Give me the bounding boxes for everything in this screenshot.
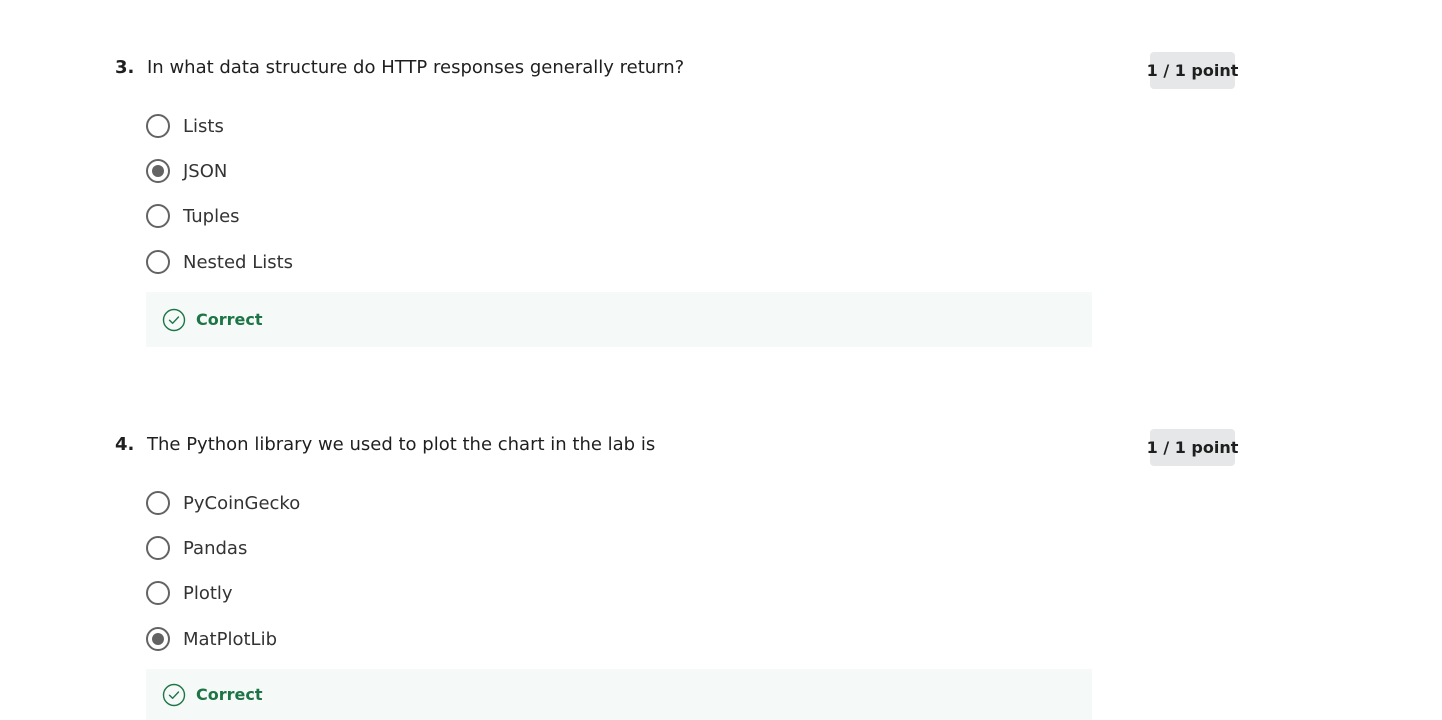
feedback-label: Correct [196, 310, 263, 329]
feedback-correct: Correct [146, 669, 1092, 720]
option-label: Plotly [183, 582, 233, 604]
option-tuples[interactable]: Tuples [146, 203, 240, 229]
radio-button-selected[interactable] [146, 159, 170, 183]
option-matplotlib[interactable]: MatPlotLib [146, 626, 277, 652]
option-label: Lists [183, 115, 224, 137]
question-number: 4. [115, 434, 135, 455]
option-nested-lists[interactable]: Nested Lists [146, 249, 293, 275]
option-label: PyCoinGecko [183, 492, 301, 514]
radio-button[interactable] [146, 536, 170, 560]
option-pycoingecko[interactable]: PyCoinGecko [146, 490, 300, 516]
option-label: Nested Lists [183, 251, 294, 273]
option-label: Pandas [183, 537, 248, 559]
radio-button[interactable] [146, 250, 170, 274]
radio-button[interactable] [146, 491, 170, 515]
question-number: 3. [115, 57, 135, 78]
points-badge: 1 / 1 point [1147, 429, 1238, 466]
points-badge: 1 / 1 point [1147, 52, 1238, 89]
question-text: The Python library we used to plot the c… [147, 434, 656, 455]
radio-button[interactable] [146, 114, 170, 138]
option-plotly[interactable]: Plotly [146, 580, 233, 606]
option-label: Tuples [183, 205, 240, 227]
option-label: JSON [183, 160, 228, 182]
quiz-page: 3. In what data structure do HTTP respon… [0, 0, 1442, 720]
check-circle-icon [162, 308, 186, 331]
feedback-label: Correct [196, 685, 263, 704]
question-text: In what data structure do HTTP responses… [147, 57, 685, 78]
option-lists[interactable]: Lists [146, 113, 224, 139]
feedback-correct: Correct [146, 292, 1092, 347]
option-pandas[interactable]: Pandas [146, 535, 247, 561]
radio-button-selected[interactable] [146, 627, 170, 651]
option-json[interactable]: JSON [146, 158, 227, 184]
radio-button[interactable] [146, 581, 170, 605]
option-label: MatPlotLib [183, 628, 277, 650]
check-circle-icon [162, 683, 186, 706]
radio-button[interactable] [146, 204, 170, 228]
